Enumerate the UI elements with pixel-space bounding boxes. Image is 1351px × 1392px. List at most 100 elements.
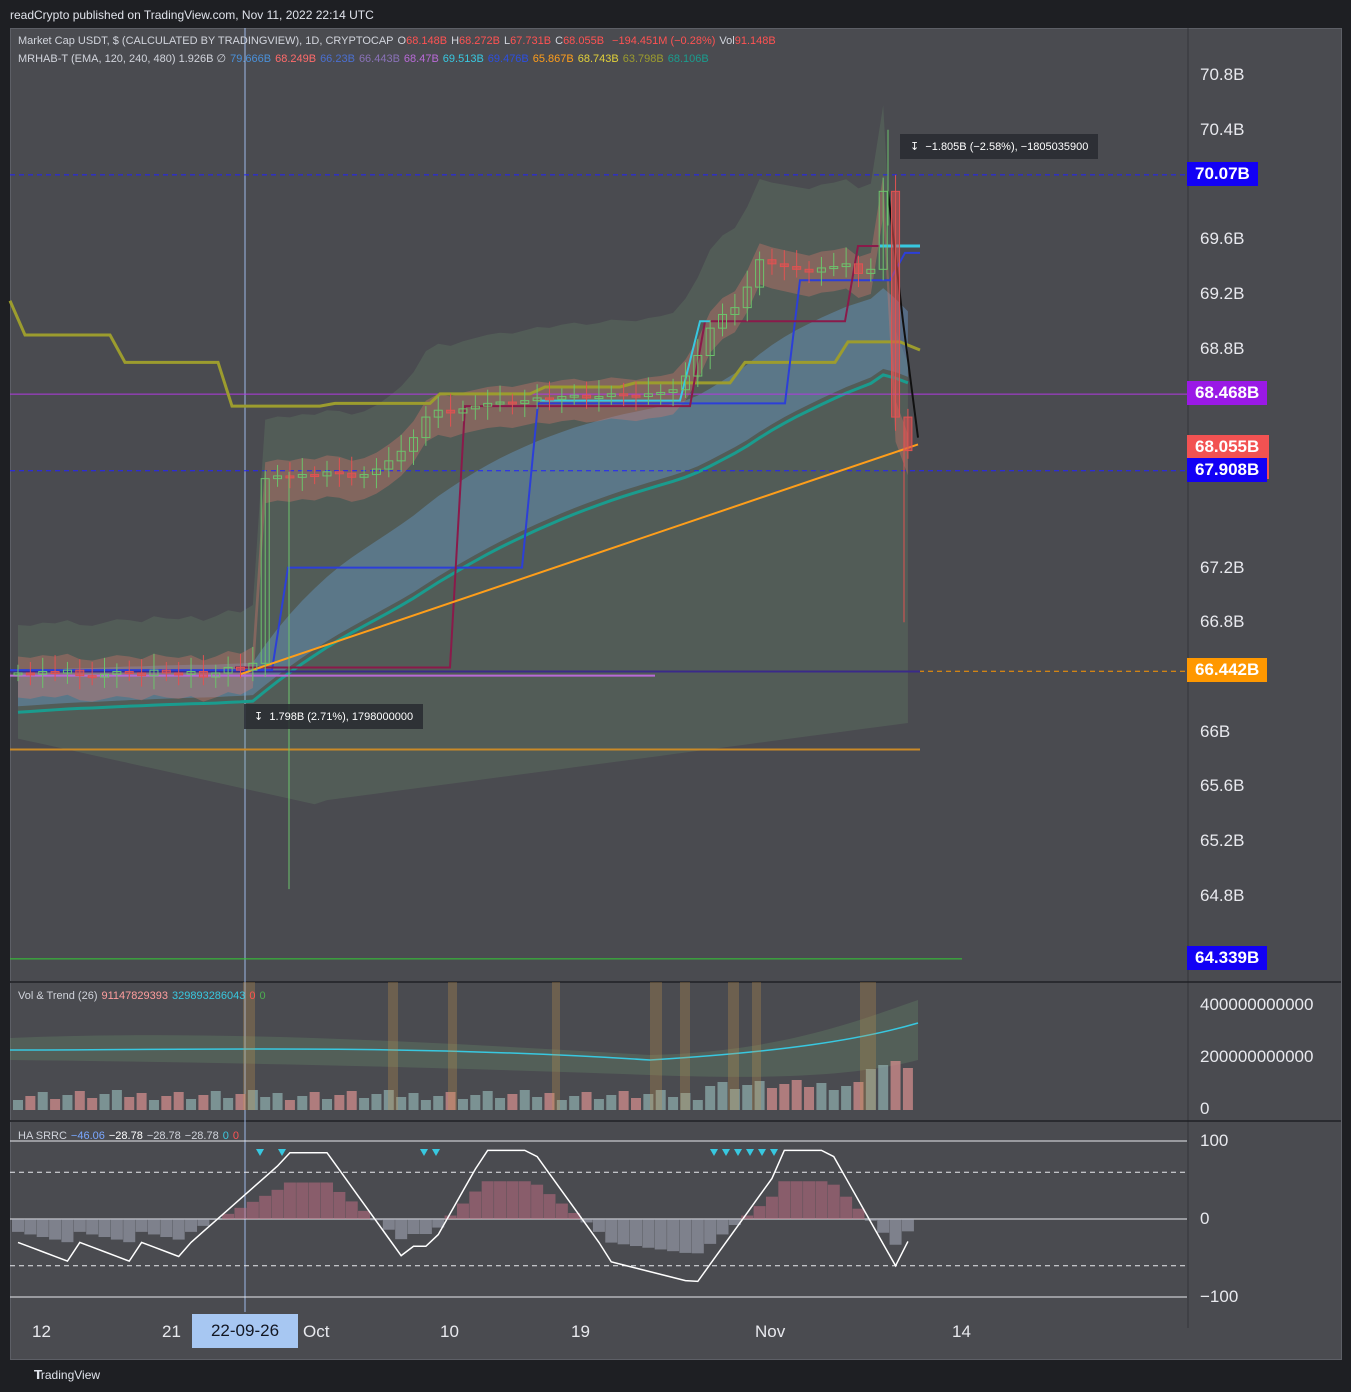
srrc-signal-marker [710, 1149, 718, 1156]
volume-bar [519, 1090, 530, 1110]
volume-bar [495, 1098, 506, 1110]
srrc-histogram-bar [296, 1182, 309, 1219]
srrc-histogram-bar [197, 1219, 210, 1226]
srrc-histogram-bar [469, 1191, 482, 1219]
candle-body [347, 472, 357, 478]
price-tag-value: 67.908B [1195, 459, 1260, 479]
measure-tooltip-down[interactable]: ↧ −1.805B (−2.58%), −1805035900 [900, 134, 1099, 159]
volume-bar [408, 1093, 419, 1110]
legend-value: 68.47B [403, 53, 439, 65]
candle-body [891, 190, 901, 418]
volume-bar [828, 1090, 839, 1110]
volume-bar [260, 1097, 271, 1110]
legend-value: 66.23B [320, 53, 355, 65]
ohlc-value: 68.148B [406, 35, 448, 47]
price-tag-value: 66.442B [1195, 660, 1260, 680]
srrc-histogram-bar [12, 1219, 24, 1232]
change-value: −194.451M (−0.28%) [612, 35, 716, 47]
candle-body [544, 397, 554, 401]
ohlc-values: O68.148B H68.272B L67.731B C68.055B [398, 35, 609, 47]
srrc-signal-marker [770, 1149, 778, 1156]
volume-bar [37, 1092, 48, 1110]
srrc-histogram-bar [382, 1219, 395, 1230]
main-legend[interactable]: Market Cap USDT, $ (CALCULATED BY TRADIN… [18, 35, 780, 47]
volume-bar [890, 1061, 901, 1110]
price-axis-label: 65.2B [1200, 831, 1245, 851]
candle-body [582, 394, 592, 399]
srrc-histogram-bar [716, 1219, 729, 1235]
volume-legend-title: Vol & Trend (26) [18, 990, 98, 1002]
pane-separator [10, 981, 1341, 983]
srrc-legend[interactable]: HA SRRC −46.06 −28.78 −28.78 −28.78 0 0 [18, 1130, 247, 1142]
volume-axis-label: 0 [1200, 1099, 1210, 1118]
measure-text: 1.798B (2.71%), 1798000000 [269, 711, 414, 723]
price-axis-label: 70.4B [1200, 119, 1245, 139]
volume-bar [62, 1095, 73, 1110]
srrc-values: −46.06 −28.78 −28.78 −28.78 0 0 [71, 1130, 243, 1142]
time-axis-label: 21 [162, 1322, 181, 1341]
price-tag: 68.468B [1187, 381, 1268, 406]
volume-bar [223, 1098, 234, 1110]
volume-bar [322, 1099, 332, 1110]
srrc-histogram-bar [86, 1219, 99, 1235]
volume-bar [186, 1099, 197, 1110]
volume-bar [210, 1091, 221, 1110]
volume-bar [593, 1099, 604, 1110]
volume-bar [766, 1088, 777, 1110]
volume-bar [334, 1095, 345, 1110]
srrc-axis-label: 0 [1200, 1209, 1210, 1228]
measure-tooltip-up[interactable]: ↧ 1.798B (2.71%), 1798000000 [244, 704, 424, 729]
candle-body [334, 471, 344, 475]
srrc-histogram-bar [49, 1219, 62, 1240]
price-axis-label: 66.8B [1200, 612, 1245, 632]
srrc-histogram-bar [642, 1219, 655, 1248]
volume-bar [878, 1065, 889, 1110]
volume-axis-label: 400000000000 [1200, 995, 1314, 1014]
srrc-histogram-bar [308, 1182, 321, 1219]
volume-bar [816, 1083, 827, 1110]
volume-bar [420, 1100, 431, 1110]
srrc-axis-label: −100 [1200, 1287, 1239, 1306]
price-axis-label: 64.8B [1200, 885, 1245, 905]
candle-body [779, 263, 789, 268]
time-axis-crosshair-label[interactable]: 22-09-26 [192, 1314, 298, 1348]
srrc-histogram-bar [691, 1219, 704, 1254]
legend-value: 91147829393 [101, 990, 168, 1002]
time-axis-label: 10 [440, 1322, 459, 1341]
legend-value: 329893286043 [171, 990, 246, 1002]
volume-axis-label: 200000000000 [1200, 1047, 1314, 1066]
time-axis-label: Oct [303, 1322, 330, 1341]
volume-legend[interactable]: Vol & Trend (26) 91147829393 329893286043 0… [18, 990, 274, 1002]
legend-value: −46.06 [70, 1130, 105, 1142]
srrc-histogram-bar [419, 1219, 432, 1235]
srrc-histogram-bar [61, 1219, 74, 1243]
volume-envelope [10, 1000, 918, 1077]
chart-canvas[interactable] [0, 0, 1351, 1392]
volume-highlight [552, 982, 560, 1110]
srrc-signal-marker [432, 1149, 440, 1156]
price-axis-label: 67.2B [1200, 557, 1245, 577]
srrc-signal-marker [758, 1149, 766, 1156]
legend-value: 69.476B [487, 53, 529, 65]
srrc-histogram-bar [679, 1219, 692, 1253]
price-axis-label: 70.8B [1200, 65, 1245, 85]
ohlc-value: 68.272B [459, 35, 500, 47]
legend-value: 0 [222, 1130, 229, 1142]
volume-bar [507, 1094, 518, 1110]
price-tag: 70.07B [1187, 161, 1258, 186]
indicator-legend[interactable]: MRHAB-T (EMA, 120, 240, 480) 1.926B ∅ 79.… [18, 52, 717, 65]
volume-bar [87, 1098, 98, 1110]
srrc-signal-marker [734, 1149, 742, 1156]
candle-body [161, 669, 171, 674]
price-tag: 67.908B [1187, 457, 1268, 482]
candle-body [310, 474, 320, 478]
volume-highlight [728, 982, 739, 1110]
volume-bar [13, 1100, 23, 1110]
legend-value: 79.666B [230, 53, 272, 65]
srrc-histogram-bar [259, 1195, 272, 1219]
measure-icon: ↧ [254, 711, 270, 723]
candle-body [75, 669, 85, 677]
volume-bar [717, 1082, 728, 1110]
volume-bar [111, 1090, 122, 1110]
volume-bar [668, 1097, 679, 1110]
